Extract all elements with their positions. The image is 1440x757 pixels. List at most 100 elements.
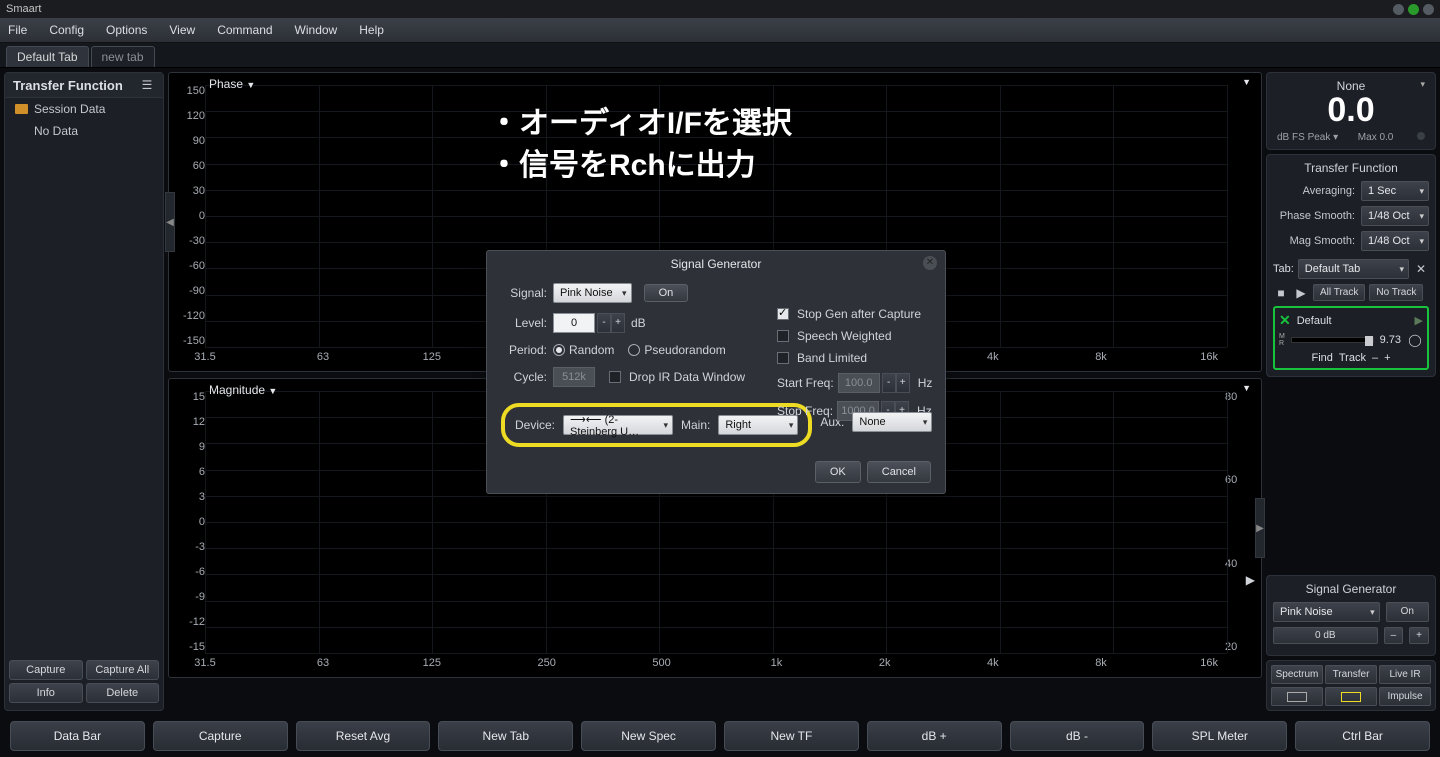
sg-plus-button[interactable]: + bbox=[1409, 627, 1429, 644]
sg-level-display: 0 dB bbox=[1273, 627, 1378, 644]
mode-spectrum-button[interactable]: Spectrum bbox=[1271, 665, 1323, 684]
menu-options[interactable]: Options bbox=[106, 23, 147, 37]
track-minus-button[interactable]: – bbox=[1372, 352, 1378, 364]
cycle-label: Cycle: bbox=[501, 370, 547, 384]
stop-icon[interactable]: ■ bbox=[1273, 285, 1289, 301]
list-icon[interactable]: ☰ bbox=[139, 77, 155, 93]
period-random-radio[interactable] bbox=[553, 344, 565, 356]
no-track-button[interactable]: No Track bbox=[1369, 284, 1423, 301]
menu-view[interactable]: View bbox=[169, 23, 195, 37]
mode-switch-panel: Spectrum Transfer Live IR Impulse bbox=[1266, 660, 1436, 711]
all-track-button[interactable]: All Track bbox=[1313, 284, 1365, 301]
maximize-icon[interactable] bbox=[1408, 4, 1419, 15]
play-all-icon[interactable]: ▶ bbox=[1293, 285, 1309, 301]
signal-generator-panel: Signal Generator Pink Noise On 0 dB – + bbox=[1266, 575, 1436, 656]
phase-smooth-label: Phase Smooth: bbox=[1273, 210, 1355, 222]
sg-minus-button[interactable]: – bbox=[1384, 627, 1404, 644]
menu-window[interactable]: Window bbox=[295, 23, 338, 37]
bb-reset-avg[interactable]: Reset Avg bbox=[296, 721, 431, 751]
no-data-item[interactable]: No Data bbox=[5, 120, 163, 142]
session-data-item[interactable]: Session Data bbox=[5, 98, 163, 120]
track-plus-button[interactable]: + bbox=[1384, 352, 1390, 364]
level-minus-button[interactable]: - bbox=[597, 313, 611, 333]
expand-left-icon[interactable]: ◀ bbox=[165, 192, 175, 252]
bb-db-plus[interactable]: dB + bbox=[867, 721, 1002, 751]
device-highlight-box: Device: ⟶⟵ (2- Steinberg U… Main: Right bbox=[501, 403, 812, 447]
mode-split-view-button[interactable] bbox=[1325, 687, 1377, 706]
bb-new-tf[interactable]: New TF bbox=[724, 721, 859, 751]
tab-default[interactable]: Default Tab bbox=[6, 46, 89, 67]
menu-help[interactable]: Help bbox=[359, 23, 384, 37]
mag-title: Magnitude ▼ bbox=[209, 383, 277, 397]
track-slider[interactable] bbox=[1291, 337, 1374, 343]
sg-panel-title: Signal Generator bbox=[1273, 582, 1429, 596]
bb-data-bar[interactable]: Data Bar bbox=[10, 721, 145, 751]
phase-smooth-select[interactable]: 1/48 Oct bbox=[1361, 206, 1429, 226]
start-freq-plus[interactable]: + bbox=[896, 373, 910, 393]
tab-new[interactable]: new tab bbox=[91, 46, 155, 67]
stop-after-checkbox[interactable] bbox=[777, 308, 789, 320]
band-limited-checkbox[interactable] bbox=[777, 352, 789, 364]
cancel-button[interactable]: Cancel bbox=[867, 461, 931, 483]
signal-generator-dialog: Signal Generator ✕ Signal: Pink Noise On… bbox=[486, 250, 946, 494]
info-button[interactable]: Info bbox=[9, 683, 83, 703]
device-select[interactable]: ⟶⟵ (2- Steinberg U… bbox=[563, 415, 673, 435]
meter-mode-select[interactable]: dB FS Peak ▾ bbox=[1277, 132, 1338, 143]
capture-all-button[interactable]: Capture All bbox=[86, 660, 160, 680]
start-freq-minus[interactable]: - bbox=[882, 373, 896, 393]
wrench-icon[interactable]: ✕ bbox=[1413, 261, 1429, 277]
meter-source-select[interactable]: None bbox=[1273, 79, 1429, 93]
play-icon[interactable]: ▶ bbox=[1246, 573, 1255, 587]
bb-capture[interactable]: Capture bbox=[153, 721, 288, 751]
start-freq-input bbox=[838, 373, 880, 393]
bb-spl-meter[interactable]: SPL Meter bbox=[1152, 721, 1287, 751]
mag-smooth-select[interactable]: 1/48 Oct bbox=[1361, 231, 1429, 251]
menu-config[interactable]: Config bbox=[49, 23, 84, 37]
session-data-label: Session Data bbox=[34, 102, 105, 116]
bb-new-tab[interactable]: New Tab bbox=[438, 721, 573, 751]
bb-new-spec[interactable]: New Spec bbox=[581, 721, 716, 751]
start-freq-label: Start Freq: bbox=[777, 376, 834, 390]
delete-button[interactable]: Delete bbox=[86, 683, 160, 703]
drop-ir-checkbox[interactable] bbox=[609, 371, 621, 383]
capture-button[interactable]: Capture bbox=[9, 660, 83, 680]
signal-label: Signal: bbox=[501, 286, 547, 300]
track-remove-icon[interactable]: ✕ bbox=[1279, 312, 1291, 329]
menu-file[interactable]: File bbox=[8, 23, 27, 37]
track-clock-icon[interactable]: ◯ bbox=[1407, 332, 1423, 348]
period-pseudo-radio[interactable] bbox=[628, 344, 640, 356]
bb-db-minus[interactable]: dB - bbox=[1010, 721, 1145, 751]
dialog-close-icon[interactable]: ✕ bbox=[923, 256, 937, 270]
sg-on-button[interactable]: On bbox=[1386, 602, 1429, 622]
bb-ctrl-bar[interactable]: Ctrl Bar bbox=[1295, 721, 1430, 751]
mag-options-icon[interactable]: ▼ bbox=[1242, 383, 1251, 393]
track-find-button[interactable]: Find bbox=[1311, 352, 1332, 364]
level-input[interactable] bbox=[553, 313, 595, 333]
mode-liveir-button[interactable]: Live IR bbox=[1379, 665, 1431, 684]
minimize-icon[interactable] bbox=[1393, 4, 1404, 15]
menu-command[interactable]: Command bbox=[217, 23, 272, 37]
signal-on-button[interactable]: On bbox=[644, 284, 689, 302]
mode-transfer-button[interactable]: Transfer bbox=[1325, 665, 1377, 684]
tab-bar: Default Tab new tab bbox=[0, 43, 1440, 68]
phase-options-icon[interactable]: ▼ bbox=[1242, 77, 1251, 87]
mode-impulse-button[interactable]: Impulse bbox=[1379, 687, 1431, 706]
default-track-box: ✕ Default ▶ MR 9.73 ◯ Find Track – + bbox=[1273, 306, 1429, 370]
speech-weighted-checkbox[interactable] bbox=[777, 330, 789, 342]
tab-select[interactable]: Default Tab bbox=[1298, 259, 1409, 279]
expand-right-icon[interactable]: ▶ bbox=[1255, 498, 1265, 558]
no-data-label: No Data bbox=[34, 124, 78, 138]
averaging-select[interactable]: 1 Sec bbox=[1361, 181, 1429, 201]
track-play-icon[interactable]: ▶ bbox=[1415, 314, 1423, 327]
aux-select[interactable]: None bbox=[852, 412, 932, 432]
meter-led-icon bbox=[1417, 132, 1425, 140]
mode-single-view-button[interactable] bbox=[1271, 687, 1323, 706]
main-select[interactable]: Right bbox=[718, 415, 798, 435]
close-icon[interactable] bbox=[1423, 4, 1434, 15]
level-plus-button[interactable]: + bbox=[611, 313, 625, 333]
sg-type-select[interactable]: Pink Noise bbox=[1273, 602, 1380, 622]
window-titlebar: Smaart bbox=[0, 0, 1440, 18]
ok-button[interactable]: OK bbox=[815, 461, 861, 483]
signal-select[interactable]: Pink Noise bbox=[553, 283, 632, 303]
track-track-button[interactable]: Track bbox=[1339, 352, 1366, 364]
